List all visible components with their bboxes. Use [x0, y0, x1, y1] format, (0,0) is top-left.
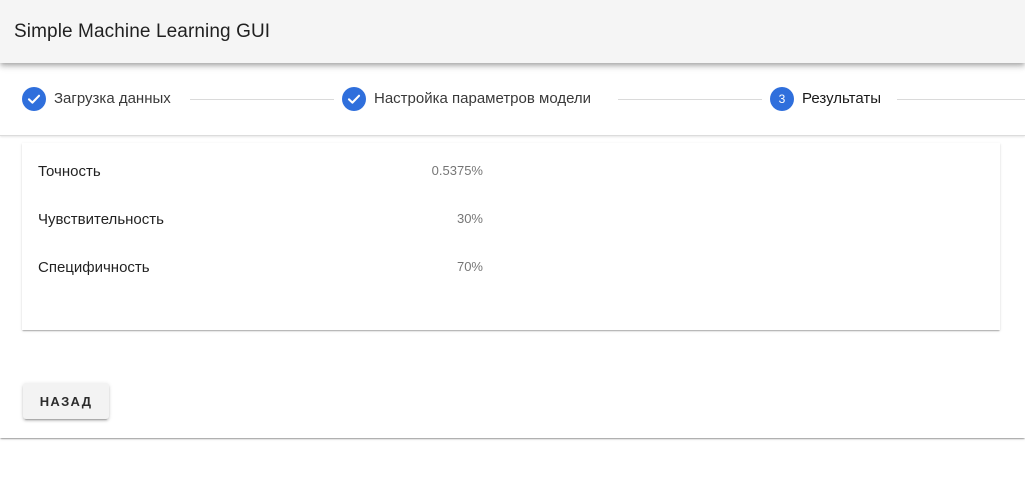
step-label-upload[interactable]: Загрузка данных: [54, 90, 171, 108]
metric-row-accuracy: Точность 0.5375%: [22, 143, 1000, 191]
check-icon: [342, 87, 366, 111]
metric-name: Точность: [38, 163, 101, 180]
stepper-panel: Загрузка данных Настройка параметров мод…: [0, 63, 1025, 438]
back-button[interactable]: НАЗАД: [23, 383, 109, 419]
app-title: Simple Machine Learning GUI: [14, 21, 271, 42]
metric-name: Специфичность: [38, 259, 150, 276]
step-connector: [190, 99, 334, 100]
step-connector: [618, 99, 762, 100]
step-number-badge: 3: [770, 87, 794, 111]
step-label-results[interactable]: Результаты: [802, 90, 881, 108]
check-icon: [22, 87, 46, 111]
metric-name: Чувствительность: [38, 211, 164, 228]
step-connector: [897, 99, 1025, 100]
metric-value: 30%: [456, 211, 483, 226]
metric-row-specificity: Специфичность 70%: [22, 239, 1000, 287]
app-bar: Simple Machine Learning GUI: [0, 0, 1025, 63]
metric-value: 70%: [456, 259, 483, 274]
results-card: Точность 0.5375% Чувствительность 30% Сп…: [22, 143, 1000, 330]
stepper-header: Загрузка данных Настройка параметров мод…: [0, 63, 1025, 136]
step-label-model-settings[interactable]: Настройка параметров модели: [374, 90, 591, 108]
metric-row-sensitivity: Чувствительность 30%: [22, 191, 1000, 239]
metric-value: 0.5375%: [431, 163, 483, 178]
